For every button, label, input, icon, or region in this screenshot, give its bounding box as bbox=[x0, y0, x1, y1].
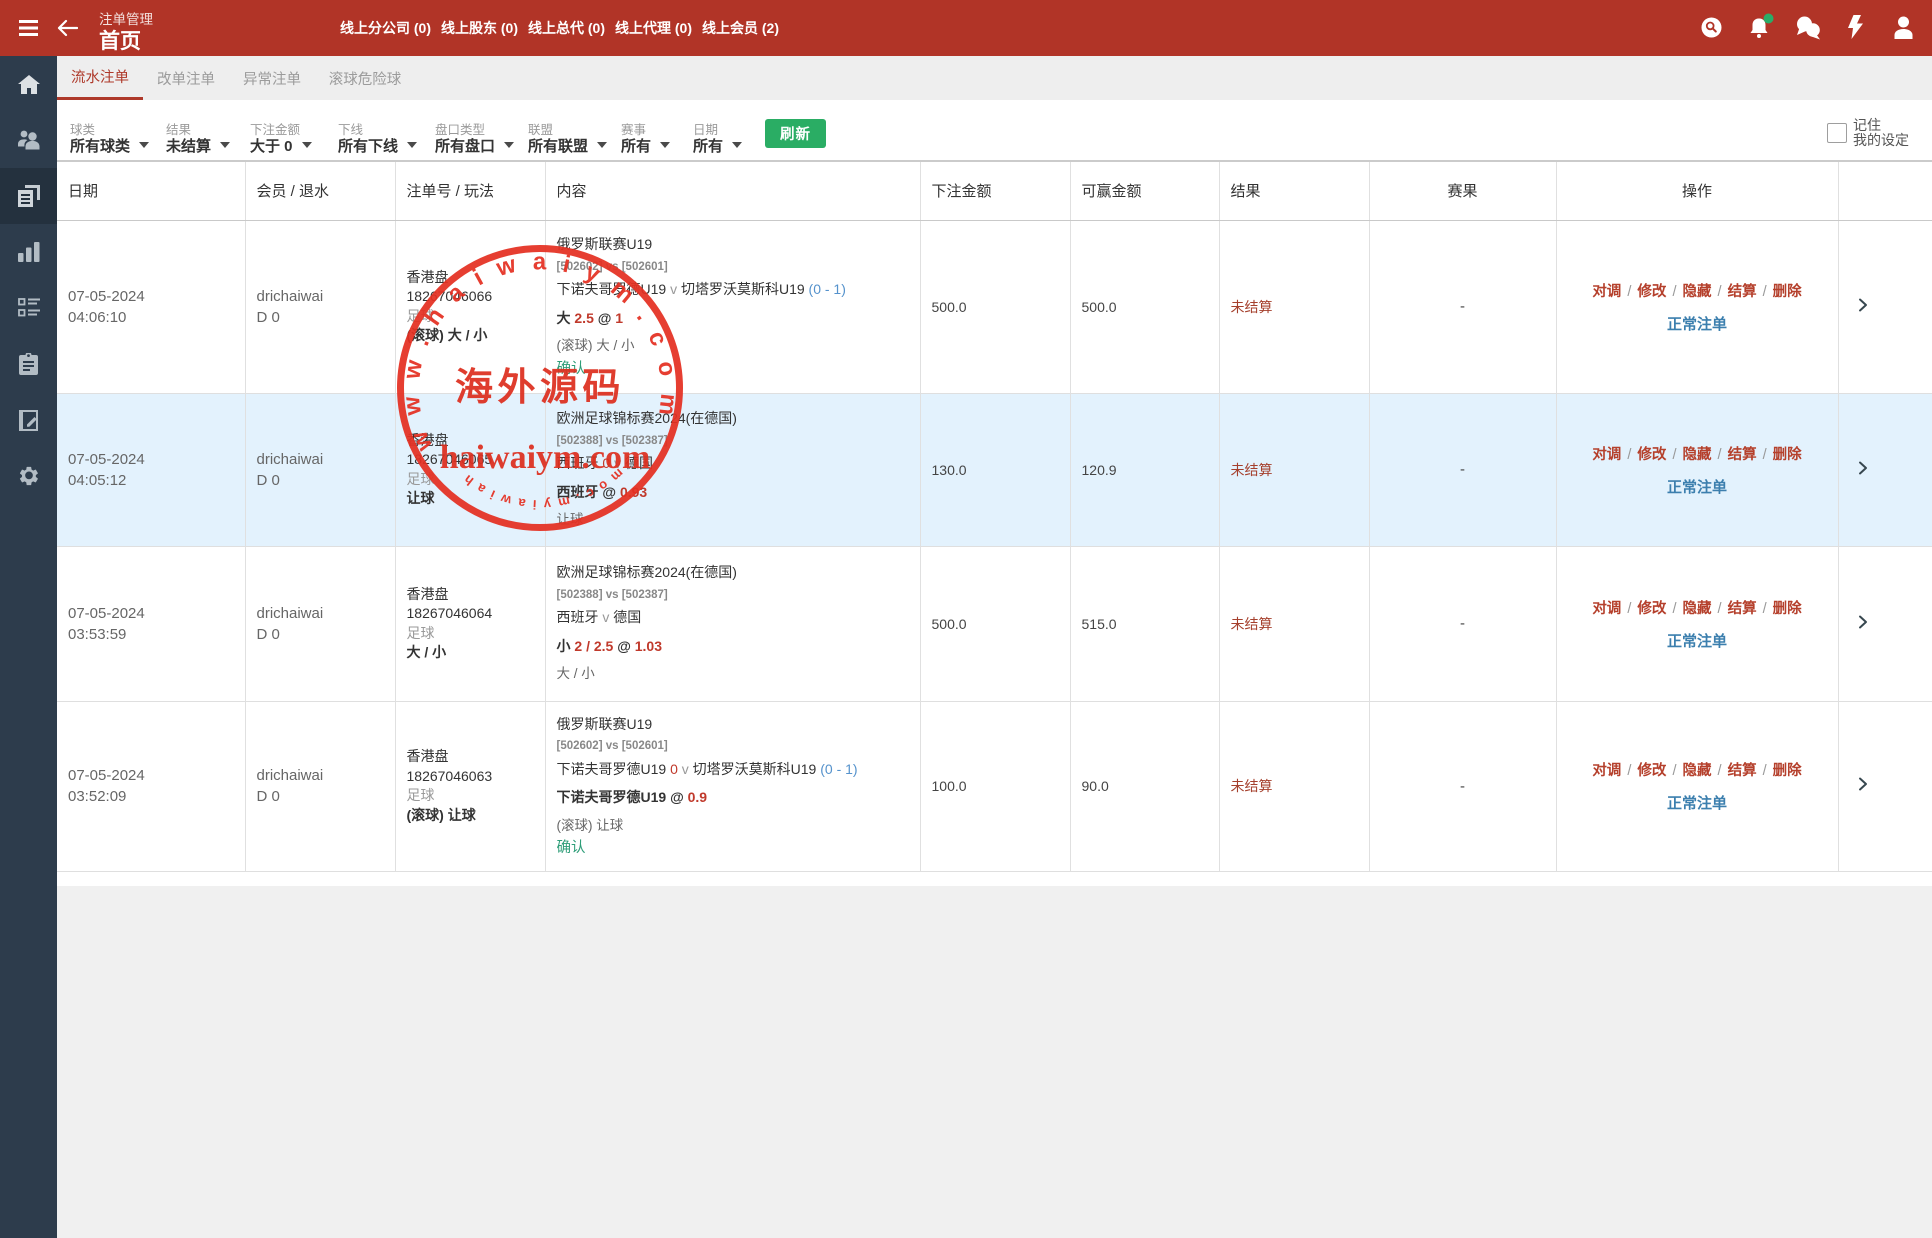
svg-text:haiwaiym.com: haiwaiym.com bbox=[440, 439, 651, 476]
svg-text:www.haiwaiym.com: www.haiwaiym.com bbox=[398, 248, 682, 456]
svg-text:海外源码: 海外源码 bbox=[455, 367, 625, 409]
